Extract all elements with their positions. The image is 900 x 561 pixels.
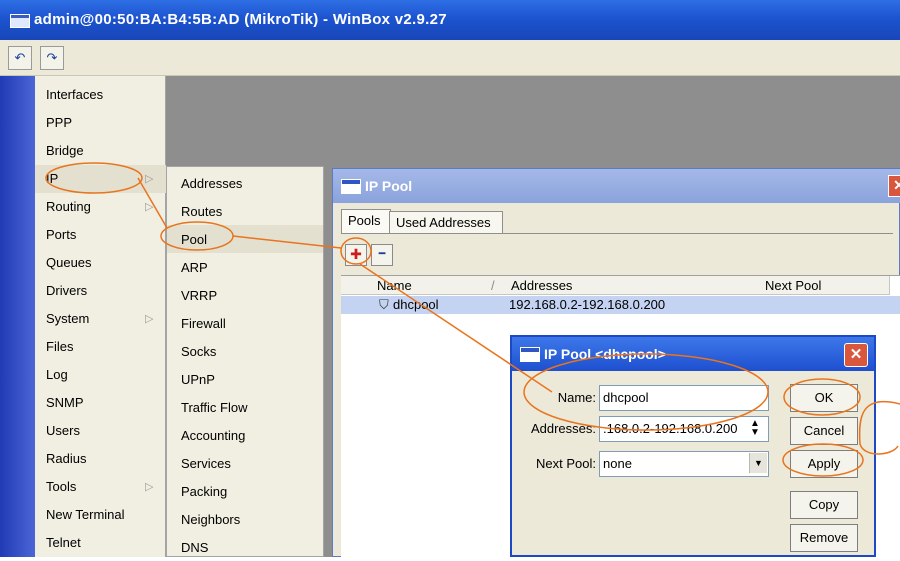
toolbar: ↶ ↷ [0,40,900,76]
column-header-name[interactable]: Name / [341,276,508,295]
submenu-item-addresses[interactable]: Addresses [167,169,323,197]
ip-pool-title-bar[interactable]: IP Pool [333,169,900,203]
menu-item-queues[interactable]: Queues [35,249,166,277]
submenu-item-firewall[interactable]: Firewall [167,309,323,337]
close-icon[interactable]: ✕ [888,175,900,197]
apply-button[interactable]: Apply [790,450,858,478]
copy-button[interactable]: Copy [790,491,858,519]
menu-item-telnet[interactable]: Telnet [35,529,166,557]
submenu-item-packing[interactable]: Packing [167,477,323,505]
submenu-item-pool[interactable]: Pool [167,225,323,253]
menu-item-ppp[interactable]: PPP [35,109,166,137]
submenu-arrow-icon: ▷ [145,173,154,185]
side-banner [0,76,35,557]
menu-item-log[interactable]: Log [35,361,166,389]
menu-item-interfaces[interactable]: Interfaces [35,81,166,109]
menu-item-routing[interactable]: Routing ▷ [35,193,166,221]
next-pool-select[interactable]: none ▼ [599,451,769,477]
table-row[interactable]: ⛉ dhcpool 192.168.0.2-192.168.0.200 [341,296,900,314]
chevron-down-icon[interactable]: ▼ [749,453,767,473]
ip-submenu: Addresses Routes Pool ARP VRRP Firewall … [166,166,324,557]
menu-item-system[interactable]: System ▷ [35,305,166,333]
next-pool-label: Next Pool: [536,456,596,471]
submenu-arrow-icon: ▷ [145,201,154,213]
column-header-next-pool[interactable]: Next Pool [761,276,890,295]
name-label: Name: [557,390,596,405]
name-input[interactable]: dhcpool [599,385,769,411]
ip-pool-title: IP Pool [365,178,413,194]
dialog-title: IP Pool <dhcpool> [544,346,666,362]
tab-divider [341,233,893,234]
close-icon[interactable]: ✕ [844,343,868,367]
submenu-item-traffic-flow[interactable]: Traffic Flow [167,393,323,421]
pool-edit-dialog: IP Pool <dhcpool> ✕ Name: dhcpool Addres… [510,335,876,557]
spinner-icon[interactable]: ▲ ▼ [750,419,760,438]
dialog-title-bar[interactable]: IP Pool <dhcpool> [512,337,874,371]
addresses-label: Addresses: [530,421,596,436]
submenu-item-routes[interactable]: Routes [167,197,323,225]
menu-item-tools[interactable]: Tools ▷ [35,473,166,501]
app-title: admin@00:50:BA:B4:5B:AD (MikroTik) - Win… [34,11,447,28]
remove-icon[interactable]: ━ [371,244,393,266]
window-icon [10,14,30,28]
window-icon [520,347,540,362]
menu-item-bridge[interactable]: Bridge [35,137,166,165]
menu-item-drivers[interactable]: Drivers [35,277,166,305]
tab-used-addresses[interactable]: Used Addresses [389,211,503,234]
undo-icon[interactable]: ↶ [8,46,32,70]
submenu-item-arp[interactable]: ARP [167,253,323,281]
ok-button[interactable]: OK [790,384,858,412]
pool-icon: ⛉ [379,297,389,312]
menu-item-files[interactable]: Files [35,333,166,361]
remove-button[interactable]: Remove [790,524,858,552]
redo-icon[interactable]: ↷ [40,46,64,70]
window-icon [341,179,361,194]
menu-item-ip[interactable]: IP ▷ [35,165,166,193]
submenu-arrow-icon: ▷ [145,481,154,493]
submenu-item-accounting[interactable]: Accounting [167,421,323,449]
addresses-input[interactable]: .168.0.2-192.168.0.200 ▲ ▼ [599,416,769,442]
menu-item-radius[interactable]: Radius [35,445,166,473]
menu-item-ports[interactable]: Ports [35,221,166,249]
tab-pools[interactable]: Pools [341,209,391,234]
submenu-item-socks[interactable]: Socks [167,337,323,365]
menu-item-new-terminal[interactable]: New Terminal [35,501,166,529]
column-header-addresses[interactable]: Addresses [507,276,762,295]
submenu-item-neighbors[interactable]: Neighbors [167,505,323,533]
submenu-item-upnp[interactable]: UPnP [167,365,323,393]
menu-item-snmp[interactable]: SNMP [35,389,166,417]
add-icon[interactable]: ✚ [345,244,367,266]
submenu-item-vrrp[interactable]: VRRP [167,281,323,309]
app-title-bar: admin@00:50:BA:B4:5B:AD (MikroTik) - Win… [0,0,900,40]
submenu-item-services[interactable]: Services [167,449,323,477]
submenu-arrow-icon: ▷ [145,313,154,325]
menu-item-users[interactable]: Users [35,417,166,445]
cancel-button[interactable]: Cancel [790,417,858,445]
main-menu: Interfaces PPP Bridge IP ▷ Routing ▷ Ports… [35,76,166,557]
sort-icon: / [491,278,495,293]
